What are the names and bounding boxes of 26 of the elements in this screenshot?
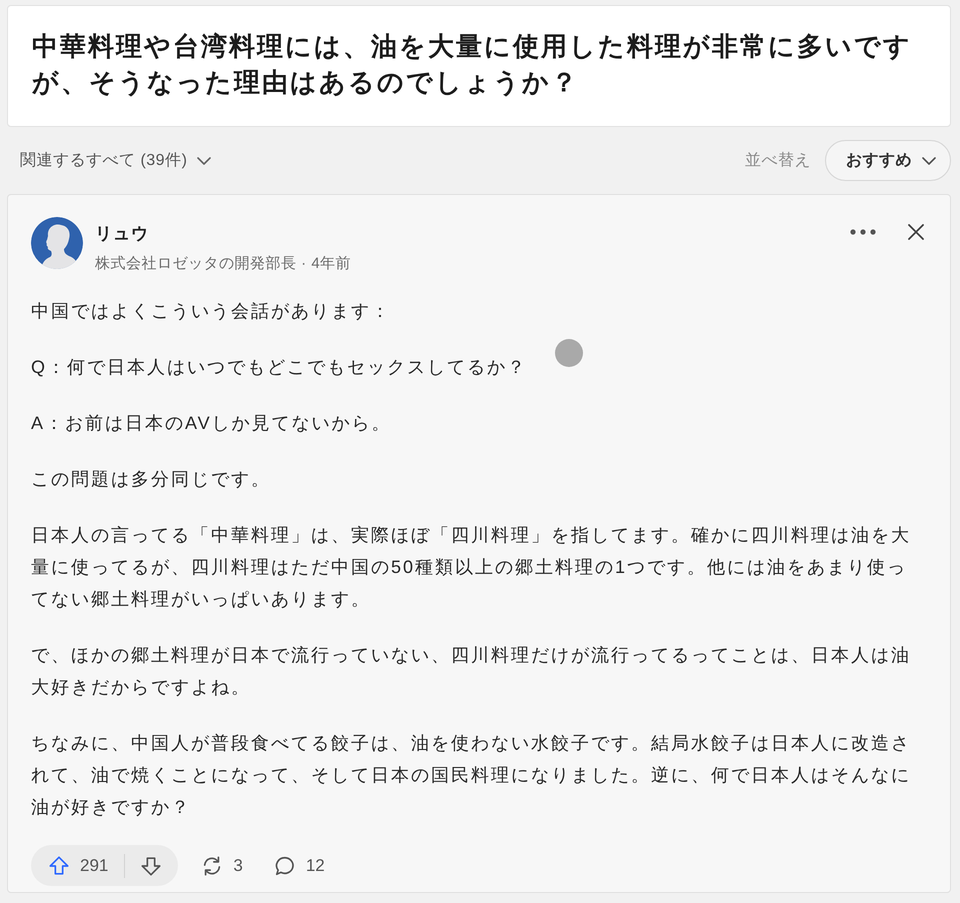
question-title: 中華料理や台湾料理には、油を大量に使用した料理が非常に多いですが、そうなった理由はあるのでしょうか？ xyxy=(32,30,913,99)
answer-paragraph: この問題は多分同じです。 xyxy=(31,468,271,491)
upvote-arrow-icon xyxy=(48,854,70,876)
chevron-down-icon xyxy=(922,156,936,164)
answer-paragraph: ちなみに、中国人が普段食べてる餃子は、油を使わない水餃子です。結局水餃子は日本人に改造されて、油で焼くことになって、そして日本の国民料理になりました。逆に、何で日本人はそんなに油が好きですか？ xyxy=(31,732,912,819)
author-name[interactable]: リュウ xyxy=(95,222,352,245)
close-icon[interactable] xyxy=(908,224,924,240)
answer-paragraph: Q：何で日本人はいつでもどこでもセックスしてるか？ xyxy=(31,356,528,379)
sort-label: 並べ替え xyxy=(745,150,811,171)
chevron-down-icon xyxy=(197,156,212,164)
pointer-dot-icon xyxy=(555,339,583,367)
downvote-button[interactable] xyxy=(140,854,162,876)
answer-paragraph: A：お前は日本のAVしか見てないから。 xyxy=(31,412,392,435)
speech-bubble-icon xyxy=(274,854,296,876)
comment-button[interactable]: 12 xyxy=(274,854,325,876)
avatar-icon[interactable] xyxy=(31,217,83,269)
upvote-button[interactable]: 291 xyxy=(48,854,108,876)
answer-paragraph: 中国ではよくこういう会話があります： xyxy=(31,300,391,323)
sort-dropdown[interactable]: おすすめ xyxy=(825,140,951,181)
downvote-arrow-icon xyxy=(140,854,162,876)
answer-paragraph: 日本人の言ってる「中華料理」は、実際ほぼ「四川料理」を指してます。確かに四川料理は油を大量に使ってるが、四川料理はただ中国の50種類以上の郷土料理の1つです。他には油をあまり使ってない郷土料理がいっぱいあります。 xyxy=(31,524,912,611)
author-byline: 株式会社ロゼッタの開発部長 · 4年前 xyxy=(95,254,352,273)
filter-dropdown[interactable]: 関連するすべて (39件) xyxy=(20,150,212,171)
share-button[interactable]: 3 xyxy=(201,854,243,876)
more-options-icon[interactable] xyxy=(850,229,876,235)
answer-paragraph: で、ほかの郷土料理が日本で流行っていない、四川料理だけが流行ってるってことは、日本人は油大好きだからですよね。 xyxy=(31,644,912,699)
